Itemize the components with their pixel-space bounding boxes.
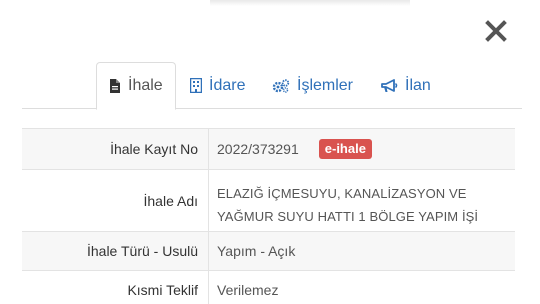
tab-label: İlan [405,76,431,94]
tab-idare[interactable]: İdare [178,62,257,109]
field-label: Kısmi Teklif [127,282,198,298]
tab-bar: İhale İdare İşlemler İlan [22,62,522,110]
ihale-adi-line1: ELAZIĞ İÇMESUYU, KANALİZASYON VE [217,186,467,201]
row-ihale-adi: İhale Adı ELAZIĞ İÇMESUYU, KANALİZASYON … [22,169,515,232]
field-value: 2022/373291 e-ihale [208,129,515,169]
row-ihale-turu: İhale Türü - Usulü Yapım - Açık [22,231,515,271]
ihale-adi-line2: YAĞMUR SUYU HATTI 1 BÖLGE YAPIM İŞİ [217,209,479,224]
e-ihale-badge: e-ihale [318,139,372,159]
close-icon [485,20,507,42]
kayit-no-value: 2022/373291 [217,141,299,157]
tab-label: İdare [209,76,246,94]
tab-label: İşlemler [297,76,354,94]
field-label: İhale Adı [143,192,199,209]
field-label: İhale Kayıt No [22,129,208,169]
megaphone-icon [381,78,398,92]
modal-top-edge [210,0,410,6]
close-button[interactable] [482,17,510,45]
tab-ihale[interactable]: İhale [96,62,176,110]
tab-label: İhale [128,77,163,94]
gears-icon [272,78,290,93]
field-label: İhale Türü - Usulü [86,243,198,259]
field-value: Verilemez [208,271,515,304]
building-icon [190,78,202,93]
document-icon [110,79,120,93]
field-value: Yapım - Açık [208,232,515,270]
row-kismi-teklif: Kısmi Teklif Verilemez [22,270,515,304]
tab-ilan[interactable]: İlan [369,62,443,109]
tender-details-table: İhale Kayıt No 2022/373291 e-ihale İhale… [22,128,515,304]
row-kayit-no: İhale Kayıt No 2022/373291 e-ihale [22,128,515,170]
tab-islemler[interactable]: İşlemler [260,62,365,109]
field-value: ELAZIĞ İÇMESUYU, KANALİZASYON VE YAĞMUR … [208,170,515,231]
